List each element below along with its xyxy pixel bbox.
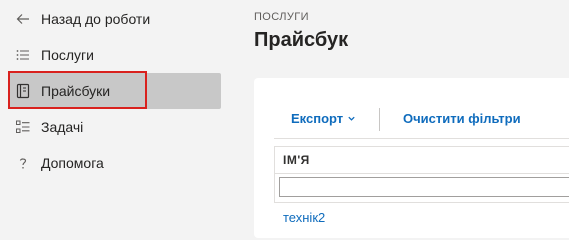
export-button[interactable]: Експорт — [291, 111, 356, 126]
sidebar-item-label: Допомога — [41, 155, 104, 171]
arrow-left-icon — [14, 10, 32, 28]
sidebar-item-pricebooks[interactable]: Прайсбуки — [8, 73, 221, 109]
breadcrumb: ПОСЛУГИ — [254, 11, 309, 23]
sidebar-item-help[interactable]: Допомога — [8, 145, 221, 181]
sidebar-item-back[interactable]: Назад до роботи — [8, 1, 221, 37]
sidebar-item-label: Прайсбуки — [41, 83, 111, 99]
name-filter-input[interactable] — [279, 177, 569, 197]
clear-filters-button[interactable]: Очистити фільтри — [403, 111, 521, 126]
toolbar-divider — [379, 108, 380, 131]
sidebar-item-label: Назад до роботи — [41, 11, 151, 27]
sidebar-item-label: Послуги — [41, 47, 94, 63]
sidebar-item-label: Задачі — [41, 119, 84, 135]
table-header — [274, 146, 569, 174]
column-header-name[interactable]: ІМ'Я — [283, 153, 310, 167]
question-icon — [14, 154, 32, 172]
task-list-icon — [14, 118, 32, 136]
book-icon — [14, 82, 32, 100]
sidebar-item-services[interactable]: Послуги — [8, 37, 221, 73]
sidebar: Назад до роботи Послуги Прайсбуки Задачі… — [0, 0, 228, 228]
export-label: Експорт — [291, 111, 344, 126]
table-row-link[interactable]: технік2 — [283, 210, 325, 225]
page-title: Прайсбук — [254, 29, 349, 51]
sidebar-item-tasks[interactable]: Задачі — [8, 109, 221, 145]
list-icon — [14, 46, 32, 64]
toolbar-separator — [274, 138, 569, 139]
chevron-down-icon — [348, 116, 355, 121]
